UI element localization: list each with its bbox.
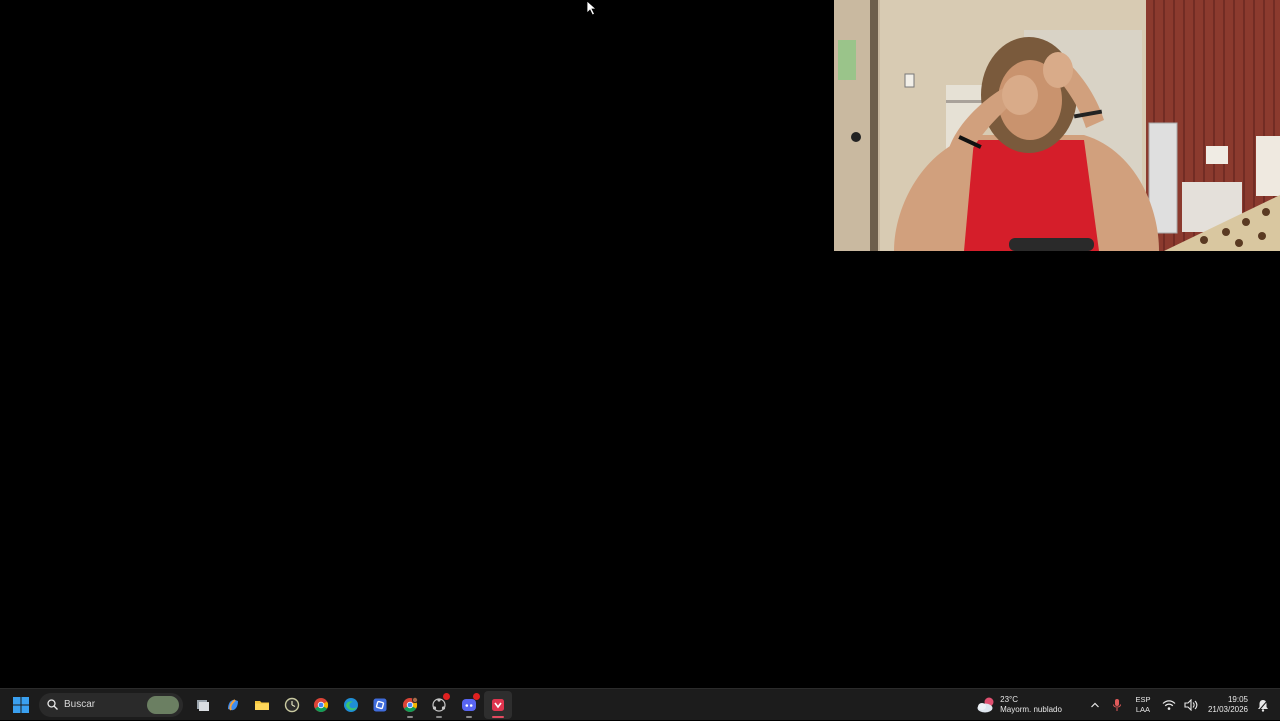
system-tray: 23°C Mayorm. nublado ESP LAA 19:05 21/03… [976,689,1280,721]
notification-bell-icon [1257,699,1269,712]
keyboard-layout: LAA [1135,705,1151,714]
recorder-icon [492,698,504,711]
microphone-button[interactable] [1106,691,1128,719]
input-language-button[interactable]: ESP LAA [1128,695,1158,715]
copilot-icon [227,698,238,710]
clock-date: 21/03/2026 [1207,705,1248,714]
wifi-icon [1162,700,1176,710]
clock-time: 19:05 [1227,695,1248,704]
search-icon [47,699,58,710]
recorder-app-button[interactable] [484,690,512,719]
blue-app-icon [373,698,387,711]
speaker-icon [1184,699,1198,711]
task-view-button[interactable] [189,691,217,719]
share-app-button[interactable] [425,691,453,719]
chevron-up-icon [1091,702,1099,708]
taskbar: Buscar 23°C Mayorm. nublado ESP LAA 19:0… [0,688,1280,720]
language-code: ESP [1135,695,1151,704]
taskbar-apps [189,690,512,719]
taskbar-search[interactable]: Buscar [39,692,183,717]
blue-app-button[interactable] [366,691,394,719]
notification-dot [472,692,480,700]
volume-button[interactable] [1180,691,1202,719]
cloudy-weather-icon [977,697,994,713]
file-explorer-button[interactable] [248,691,276,719]
edge-button[interactable] [337,691,365,719]
edge-icon [343,697,358,712]
mouse-cursor [586,0,598,16]
chrome-profile-icon [402,696,418,712]
windows-logo-icon [13,696,29,713]
active-indicator [492,715,504,718]
notifications-button[interactable] [1252,691,1274,719]
search-label: Buscar [64,699,96,710]
wifi-button[interactable] [1158,691,1180,719]
folder-icon [255,700,269,710]
webcam-overlay [834,0,1280,251]
notification-dot [443,692,450,700]
webcam-image [834,0,1280,251]
show-hidden-icons-button[interactable] [1084,691,1106,719]
copilot-button[interactable] [219,691,247,719]
running-indicator [465,715,472,718]
task-view-icon [197,699,209,711]
clock-app-icon [284,697,299,712]
chrome-icon [314,697,329,712]
weather-condition: Mayorm. nublado [1000,705,1062,714]
discord-button[interactable] [455,691,483,719]
clock-widget[interactable]: 19:05 21/03/2026 [1208,695,1248,715]
start-button[interactable] [7,691,35,719]
chrome-profile-button[interactable] [396,691,424,719]
chrome-button[interactable] [307,691,335,719]
running-indicator [406,715,413,718]
weather-temperature: 23°C [1000,695,1019,704]
running-indicator [436,715,442,718]
microphone-icon [1112,699,1121,711]
search-highlight-art [147,695,179,714]
clock-app-button[interactable] [278,691,306,719]
weather-widget[interactable]: 23°C Mayorm. nublado [976,695,1062,715]
